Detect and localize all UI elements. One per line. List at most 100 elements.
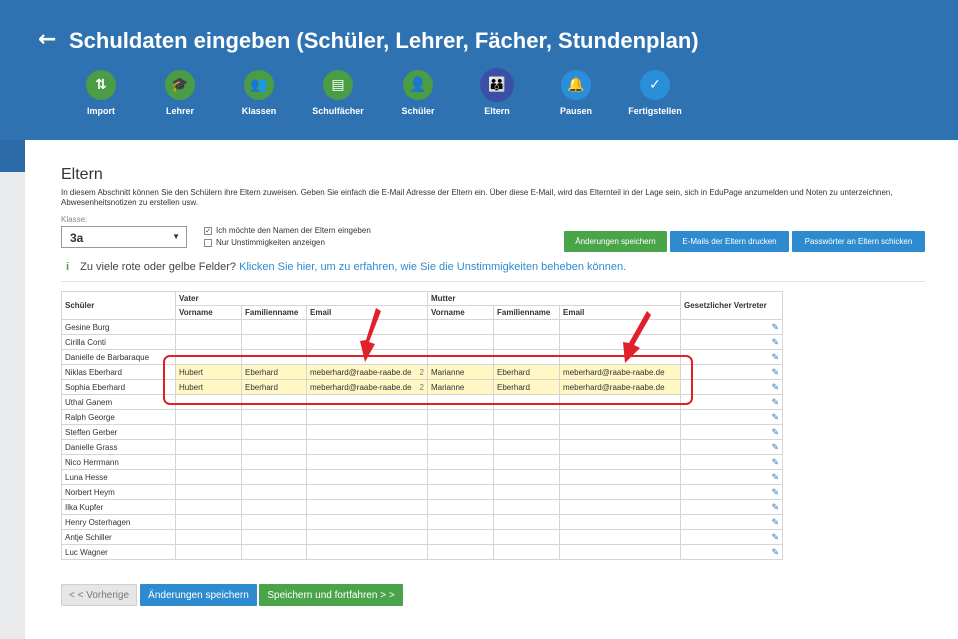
father-first-cell[interactable] — [175, 529, 242, 545]
edit-guardian-icon[interactable]: ✎ — [680, 409, 783, 425]
mother-last-cell[interactable] — [493, 499, 560, 515]
father-first-cell[interactable] — [175, 424, 242, 440]
father-last-cell[interactable] — [241, 469, 307, 485]
father-first-cell[interactable] — [175, 544, 242, 560]
father-first-cell[interactable] — [175, 499, 242, 515]
father-email-cell[interactable] — [306, 454, 428, 470]
father-first-cell[interactable] — [175, 469, 242, 485]
wizard-step[interactable]: 👥 Klassen — [224, 70, 294, 116]
mother-last-cell[interactable] — [493, 439, 560, 455]
mother-first-cell[interactable] — [427, 424, 494, 440]
father-first-cell[interactable] — [175, 319, 242, 335]
save-changes-button[interactable]: Änderungen speichern — [564, 231, 667, 252]
mother-first-cell[interactable] — [427, 499, 494, 515]
edit-guardian-icon[interactable]: ✎ — [680, 379, 783, 395]
edit-guardian-icon[interactable]: ✎ — [680, 349, 783, 365]
edit-guardian-icon[interactable]: ✎ — [680, 439, 783, 455]
father-first-cell[interactable] — [175, 334, 242, 350]
mother-first-cell[interactable] — [427, 544, 494, 560]
wizard-step[interactable]: ▤ Schulfächer — [303, 70, 373, 116]
footer-save-button[interactable]: Änderungen speichern — [140, 584, 257, 606]
back-arrow-icon[interactable]: ← — [38, 27, 56, 52]
father-email-cell[interactable] — [306, 499, 428, 515]
edit-guardian-icon[interactable]: ✎ — [680, 529, 783, 545]
edit-guardian-icon[interactable]: ✎ — [680, 514, 783, 530]
father-last-cell[interactable] — [241, 424, 307, 440]
father-first-cell[interactable] — [175, 514, 242, 530]
mother-last-cell[interactable] — [493, 469, 560, 485]
mother-first-cell[interactable] — [427, 439, 494, 455]
previous-button[interactable]: < < Vorherige — [61, 584, 137, 606]
father-last-cell[interactable] — [241, 484, 307, 500]
father-last-cell[interactable] — [241, 529, 307, 545]
father-first-cell[interactable] — [175, 454, 242, 470]
mother-email-cell[interactable] — [559, 514, 681, 530]
mother-last-cell[interactable] — [493, 334, 560, 350]
mother-email-cell[interactable] — [559, 499, 681, 515]
wizard-step[interactable]: 👤 Schüler — [383, 70, 453, 116]
wizard-step[interactable]: 🔔 Pausen — [541, 70, 611, 116]
mother-first-cell[interactable] — [427, 529, 494, 545]
wizard-step[interactable]: ⇅ Import — [66, 70, 136, 116]
father-email-cell[interactable] — [306, 424, 428, 440]
father-last-cell[interactable] — [241, 334, 307, 350]
father-last-cell[interactable] — [241, 514, 307, 530]
edit-guardian-icon[interactable]: ✎ — [680, 394, 783, 410]
mother-email-cell[interactable] — [559, 544, 681, 560]
mother-email-cell[interactable] — [559, 484, 681, 500]
only-inconsistencies-checkbox[interactable]: Nur Unstimmigkeiten anzeigen — [204, 238, 325, 247]
father-first-cell[interactable] — [175, 409, 242, 425]
father-email-cell[interactable] — [306, 409, 428, 425]
edit-guardian-icon[interactable]: ✎ — [680, 544, 783, 560]
checkbox-unchecked-icon[interactable] — [204, 238, 212, 247]
mother-last-cell[interactable] — [493, 484, 560, 500]
mother-email-cell[interactable] — [559, 529, 681, 545]
edit-guardian-icon[interactable]: ✎ — [680, 469, 783, 485]
mother-last-cell[interactable] — [493, 319, 560, 335]
mother-last-cell[interactable] — [493, 424, 560, 440]
mother-last-cell[interactable] — [493, 454, 560, 470]
wizard-step[interactable]: 👪 Eltern — [462, 68, 532, 116]
father-email-cell[interactable] — [306, 469, 428, 485]
mother-email-cell[interactable] — [559, 409, 681, 425]
father-email-cell[interactable] — [306, 439, 428, 455]
mother-last-cell[interactable] — [493, 514, 560, 530]
edit-guardian-icon[interactable]: ✎ — [680, 454, 783, 470]
edit-guardian-icon[interactable]: ✎ — [680, 319, 783, 335]
father-last-cell[interactable] — [241, 454, 307, 470]
father-email-cell[interactable] — [306, 529, 428, 545]
mother-email-cell[interactable] — [559, 424, 681, 440]
mother-email-cell[interactable] — [559, 469, 681, 485]
father-email-cell[interactable] — [306, 484, 428, 500]
father-last-cell[interactable] — [241, 319, 307, 335]
father-last-cell[interactable] — [241, 544, 307, 560]
father-last-cell[interactable] — [241, 439, 307, 455]
father-last-cell[interactable] — [241, 499, 307, 515]
mother-last-cell[interactable] — [493, 529, 560, 545]
edit-guardian-icon[interactable]: ✎ — [680, 424, 783, 440]
mother-first-cell[interactable] — [427, 454, 494, 470]
edit-guardian-icon[interactable]: ✎ — [680, 484, 783, 500]
print-emails-button[interactable]: E-Mails der Eltern drucken — [670, 231, 789, 252]
father-last-cell[interactable] — [241, 409, 307, 425]
father-first-cell[interactable] — [175, 439, 242, 455]
edit-guardian-icon[interactable]: ✎ — [680, 334, 783, 350]
mother-first-cell[interactable] — [427, 334, 494, 350]
wizard-step[interactable]: 🎓 Lehrer — [145, 70, 215, 116]
mother-first-cell[interactable] — [427, 484, 494, 500]
mother-email-cell[interactable] — [559, 454, 681, 470]
mother-first-cell[interactable] — [427, 409, 494, 425]
checkbox-checked-icon[interactable]: ✓ — [204, 226, 212, 235]
enter-parent-names-checkbox[interactable]: ✓ Ich möchte den Namen der Eltern eingeb… — [204, 226, 371, 235]
mother-first-cell[interactable] — [427, 319, 494, 335]
father-email-cell[interactable] — [306, 514, 428, 530]
father-email-cell[interactable] — [306, 544, 428, 560]
father-first-cell[interactable] — [175, 484, 242, 500]
send-passwords-button[interactable]: Passwörter an Eltern schicken — [792, 231, 925, 252]
mother-last-cell[interactable] — [493, 409, 560, 425]
edit-guardian-icon[interactable]: ✎ — [680, 364, 783, 380]
mother-first-cell[interactable] — [427, 514, 494, 530]
mother-email-cell[interactable] — [559, 439, 681, 455]
help-link[interactable]: Klicken Sie hier, um zu erfahren, wie Si… — [239, 261, 626, 273]
save-and-continue-button[interactable]: Speichern und fortfahren > > — [259, 584, 403, 606]
